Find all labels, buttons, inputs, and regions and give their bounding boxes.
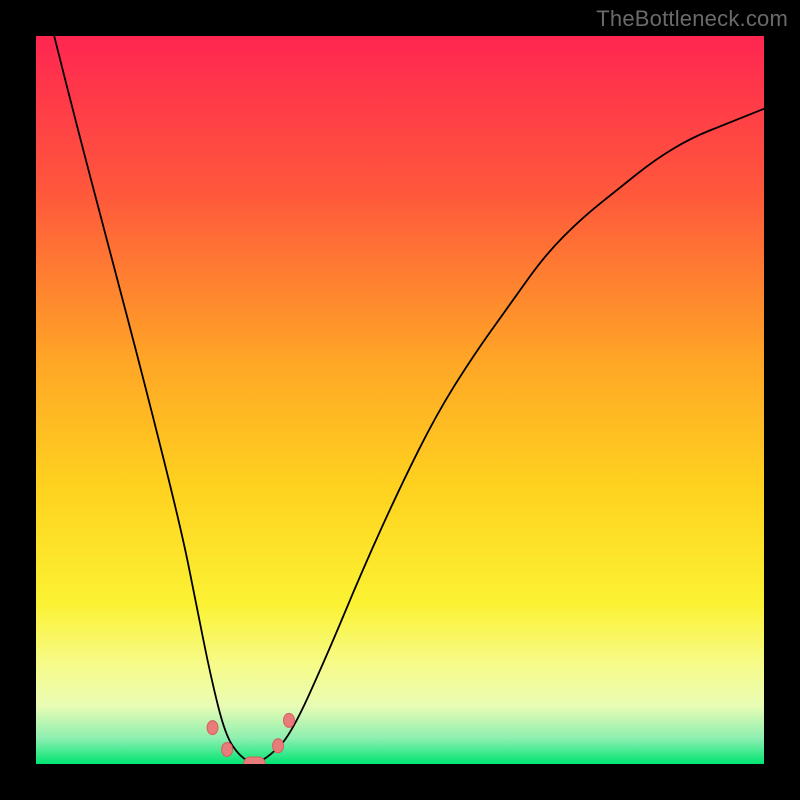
marker [222,742,233,756]
watermark-text: TheBottleneck.com [596,6,788,32]
plot-area [36,36,764,764]
curve-layer [36,36,764,764]
marker [284,713,295,727]
chart-frame: TheBottleneck.com [0,0,800,800]
marker [243,757,265,764]
marker [273,739,284,753]
optimal-range-markers [207,713,294,764]
bottleneck-curve [36,36,764,762]
marker [207,721,218,735]
